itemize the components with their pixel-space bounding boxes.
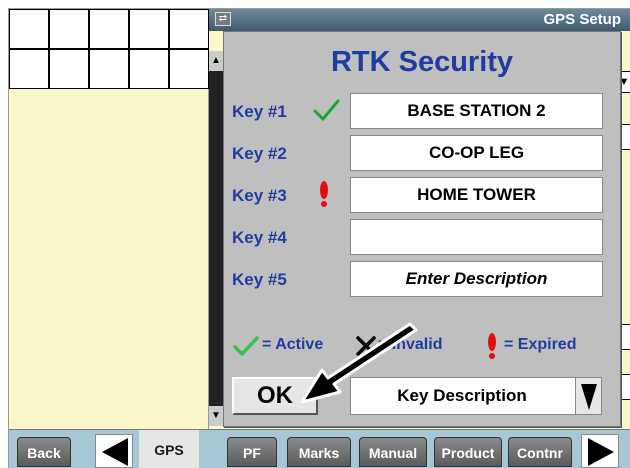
dropdown-arrow-icon[interactable]	[575, 378, 601, 414]
screen: GPS Setup ⇄ ▲ ▼ ▼ RTK Security Key #1 BA…	[8, 8, 630, 468]
key-5-field[interactable]: Enter Description	[350, 261, 603, 297]
key-5-label: Key #5	[232, 270, 287, 289]
grid-cell[interactable]	[49, 9, 89, 49]
dialog-title: RTK Security	[330, 46, 514, 78]
bottom-navigation: Back GPS PF Marks Manual Product Contnr	[9, 429, 630, 468]
left-arrow-icon[interactable]	[95, 434, 133, 468]
rtk-security-dialog: RTK Security Key #1 BASE STATION 2 Key #…	[223, 31, 621, 427]
gps-tab[interactable]: GPS	[139, 430, 199, 468]
key-1-label: Key #1	[232, 102, 287, 121]
key-4-label: Key #4	[232, 228, 287, 247]
grid-cell[interactable]	[129, 49, 169, 89]
exclamation-icon	[312, 180, 340, 208]
manual-tab[interactable]: Manual	[359, 437, 427, 467]
pointer-arrow-icon	[300, 322, 418, 404]
background-field[interactable]	[621, 124, 630, 150]
mini-grid	[9, 9, 209, 89]
key-3-label: Key #3	[232, 186, 287, 205]
scroll-up-icon[interactable]: ▲	[209, 51, 223, 71]
contnr-tab[interactable]: Contnr	[508, 437, 572, 467]
background-field[interactable]	[621, 374, 630, 400]
back-tab[interactable]: Back	[17, 437, 71, 467]
grid-cell[interactable]	[9, 49, 49, 89]
key-1-field[interactable]: BASE STATION 2	[350, 93, 603, 129]
grid-cell[interactable]	[89, 9, 129, 49]
grid-cell[interactable]	[169, 9, 209, 49]
pf-tab[interactable]: PF	[227, 437, 277, 467]
window-title: GPS Setup	[543, 11, 621, 28]
scrollbar[interactable]: ▲ ▼	[209, 51, 223, 426]
grid-cell[interactable]	[9, 9, 49, 49]
marks-tab[interactable]: Marks	[287, 437, 351, 467]
grid-cell[interactable]	[169, 49, 209, 89]
key-4-field[interactable]	[350, 219, 603, 255]
grid-cell[interactable]	[129, 9, 169, 49]
key-2-label: Key #2	[232, 144, 287, 163]
key-3-field[interactable]: HOME TOWER	[350, 177, 603, 213]
left-panel	[9, 89, 209, 429]
legend-expired: = Expired	[504, 336, 577, 353]
checkmark-icon	[232, 334, 260, 358]
grid-cell[interactable]	[49, 49, 89, 89]
checkmark-icon	[312, 96, 340, 124]
right-arrow-icon[interactable]	[581, 434, 619, 468]
key-2-field[interactable]: CO-OP LEG	[350, 135, 603, 171]
exclamation-icon	[482, 332, 502, 360]
background-field[interactable]	[621, 324, 630, 350]
window-icon[interactable]: ⇄	[215, 12, 231, 26]
scroll-down-icon[interactable]: ▼	[209, 406, 223, 426]
window-header: GPS Setup	[209, 9, 630, 31]
product-tab[interactable]: Product	[434, 437, 502, 467]
grid-cell[interactable]	[89, 49, 129, 89]
